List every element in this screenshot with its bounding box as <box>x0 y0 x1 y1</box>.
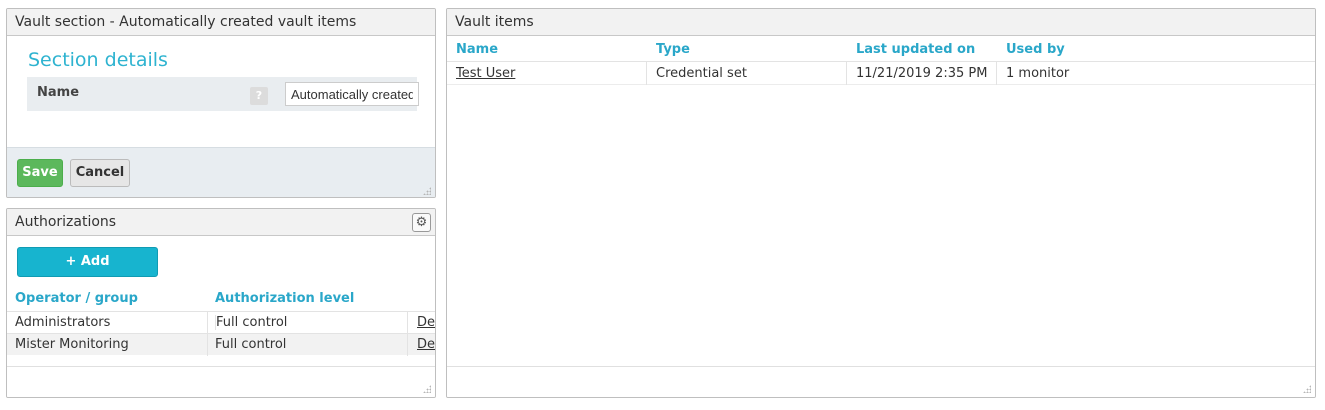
row-separator <box>207 312 208 334</box>
level-cell: Full control <box>215 337 287 352</box>
vault-items-title: Vault items <box>455 14 534 30</box>
vault-section-footer: Save Cancel <box>7 147 435 197</box>
last-updated-cell: 11/21/2019 2:35 PM <box>856 66 988 81</box>
delete-link[interactable]: Delete <box>417 315 435 330</box>
authorizations-footer <box>7 366 435 397</box>
authorizations-header-row: Operator / group Authorization level <box>7 287 435 311</box>
authorizations-table: Operator / group Authorization level Adm… <box>7 287 435 356</box>
table-row: Administrators Full control Delete <box>7 311 435 334</box>
operator-cell: Mister Monitoring <box>15 337 129 352</box>
vault-item-name-link[interactable]: Test User <box>456 66 515 81</box>
type-cell: Credential set <box>656 66 747 81</box>
section-details: Section details Name ? <box>7 37 435 147</box>
vault-items-header: Vault items <box>447 9 1315 36</box>
row-separator <box>996 62 997 85</box>
column-header-operator[interactable]: Operator / group <box>15 291 138 306</box>
authorizations-header: Authorizations ⚙ <box>7 209 435 236</box>
row-separator <box>407 312 408 334</box>
authorizations-toolbar: + Add authorization <box>7 237 435 297</box>
add-authorization-button[interactable]: + Add authorization <box>17 247 158 297</box>
name-label: Name <box>37 85 80 100</box>
vault-section-header: Vault section - Automatically created va… <box>7 9 435 36</box>
level-cell: Full control <box>215 315 288 330</box>
resize-grip-icon[interactable] <box>423 187 431 195</box>
save-button[interactable]: Save <box>17 159 63 187</box>
section-name-input[interactable] <box>285 82 419 106</box>
column-header-used-by[interactable]: Used by <box>1006 42 1065 57</box>
operator-cell: Administrators <box>15 315 111 330</box>
row-separator <box>846 62 847 85</box>
section-details-heading: Section details <box>28 49 168 71</box>
column-header-name[interactable]: Name <box>456 42 498 57</box>
name-row: Name ? <box>27 77 419 111</box>
column-header-last-updated[interactable]: Last updated on <box>856 42 975 57</box>
vault-items-header-row: Name Type Last updated on Used by <box>447 37 1315 62</box>
row-separator <box>646 62 647 85</box>
vault-items-panel: Vault items Name Type Last updated on Us… <box>446 8 1316 398</box>
delete-link[interactable]: Delete <box>417 337 435 352</box>
table-row[interactable]: Test User Credential set 11/21/2019 2:35… <box>447 62 1315 85</box>
vault-section-title: Vault section - Automatically created va… <box>15 14 357 30</box>
vault-items-table: Name Type Last updated on Used by Test U… <box>447 37 1315 85</box>
vault-items-footer <box>447 366 1315 397</box>
row-separator <box>207 334 208 356</box>
column-header-type[interactable]: Type <box>656 42 690 57</box>
gear-icon[interactable]: ⚙ <box>412 213 431 232</box>
column-header-level[interactable]: Authorization level <box>215 291 354 306</box>
vault-section-panel: Vault section - Automatically created va… <box>6 8 436 198</box>
cancel-button[interactable]: Cancel <box>70 159 130 187</box>
authorizations-panel: Authorizations ⚙ + Add authorization Ope… <box>6 208 436 398</box>
help-icon[interactable]: ? <box>250 87 268 105</box>
used-by-cell: 1 monitor <box>1006 66 1070 81</box>
resize-grip-icon[interactable] <box>1303 385 1311 393</box>
resize-grip-icon[interactable] <box>423 385 431 393</box>
table-row: Mister Monitoring Full control Delete <box>7 333 435 356</box>
authorizations-title: Authorizations <box>15 214 117 230</box>
row-separator <box>407 334 408 356</box>
